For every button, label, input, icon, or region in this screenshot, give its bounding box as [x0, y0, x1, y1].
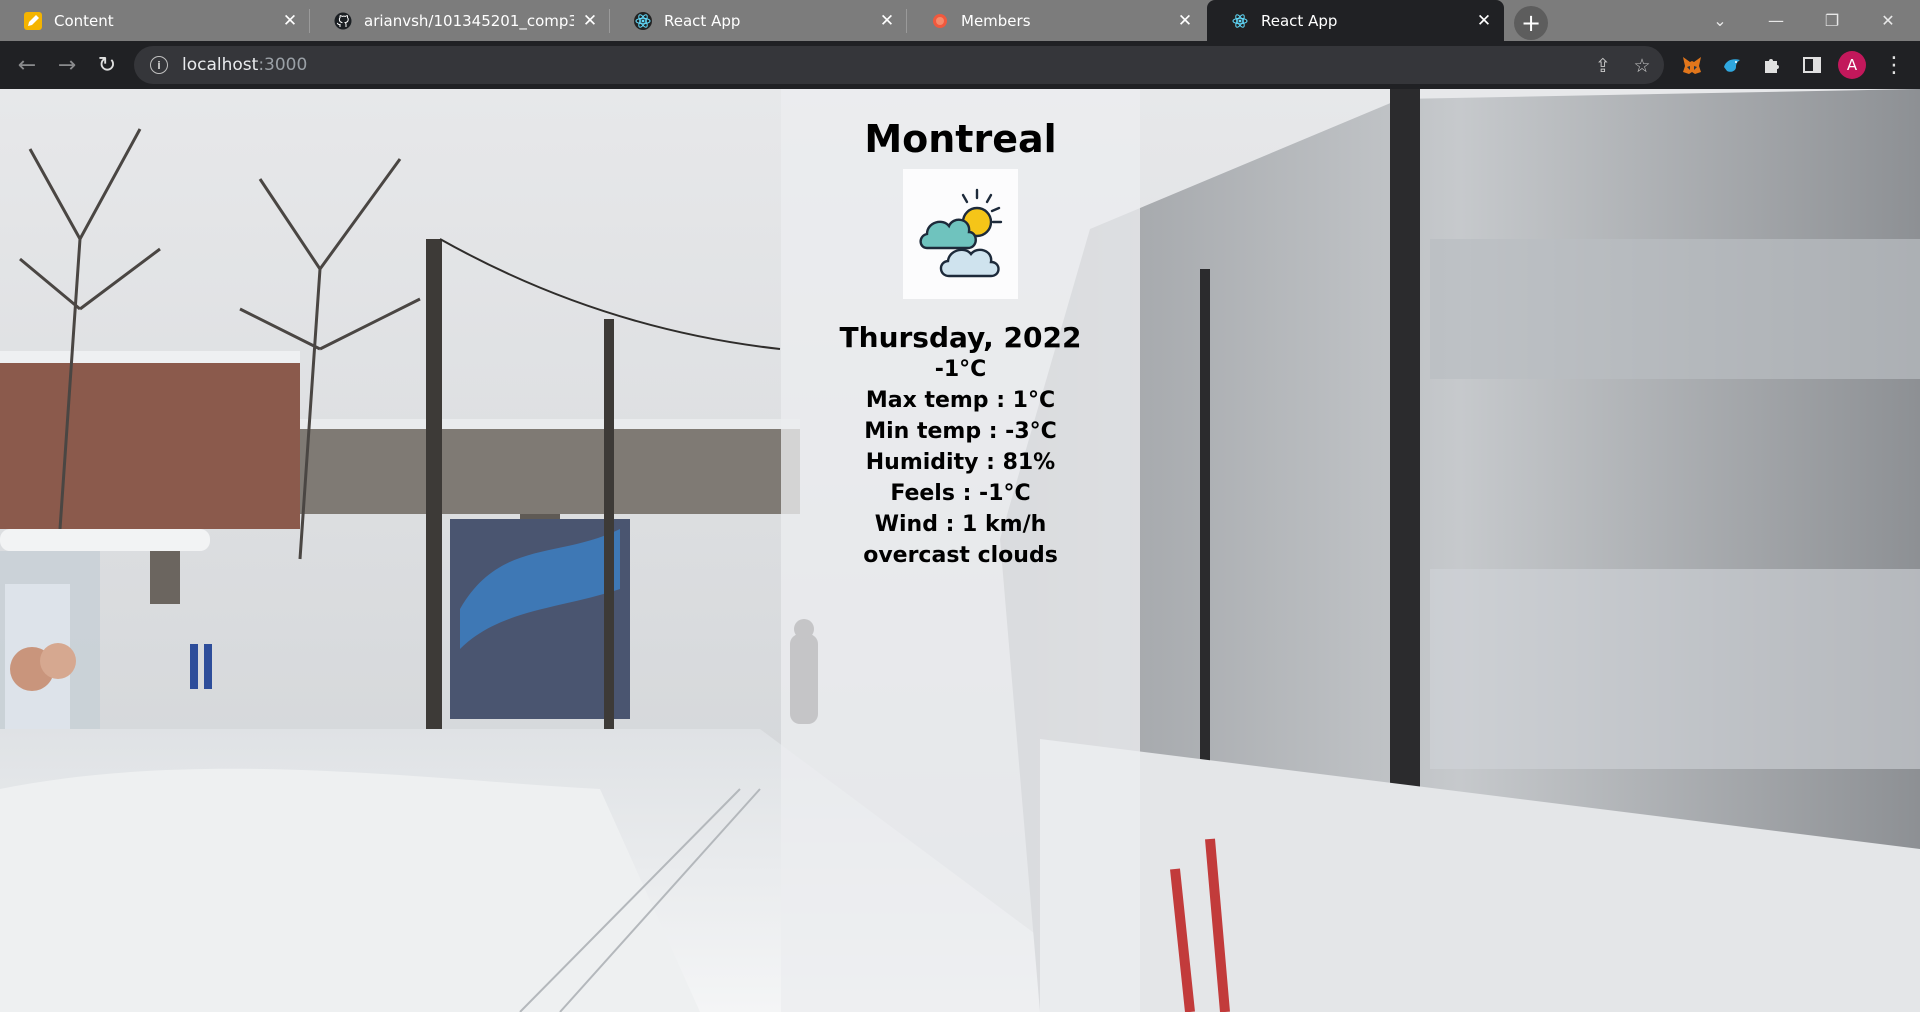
close-tab-icon[interactable]: ✕	[280, 11, 300, 31]
browser-toolbar: ← → ↻ i localhost:3000 ⇪ ☆ A ⋮	[0, 41, 1920, 89]
city-name: Montreal	[864, 117, 1057, 161]
pencil-note-icon	[24, 11, 42, 30]
react-icon	[1231, 11, 1249, 30]
tab-strip: Content ✕ arianvsh/101345201_comp3123_ ✕…	[0, 0, 1920, 41]
close-window-icon[interactable]: ✕	[1860, 0, 1916, 41]
close-tab-icon[interactable]: ✕	[580, 11, 600, 31]
minimize-icon[interactable]: —	[1748, 0, 1804, 41]
profile-avatar[interactable]: A	[1838, 51, 1866, 79]
weather-panel: Montreal Thursday, 2022 -1°C Max temp : …	[781, 89, 1140, 1012]
tab-title: Members	[961, 11, 1031, 30]
share-icon[interactable]: ⇪	[1591, 54, 1615, 78]
restore-icon[interactable]: ❐	[1804, 0, 1860, 41]
tab-members[interactable]: Members ✕	[907, 0, 1205, 41]
date-label: Thursday, 2022	[839, 321, 1082, 354]
tab-content[interactable]: Content ✕	[0, 0, 310, 41]
tab-search-chevron-icon[interactable]: ⌄	[1692, 0, 1748, 41]
weather-description: overcast clouds	[863, 543, 1058, 568]
kebab-menu-icon[interactable]: ⋮	[1882, 53, 1906, 78]
site-info-icon[interactable]: i	[150, 56, 168, 74]
orange-dot-icon	[931, 12, 949, 30]
tab-github[interactable]: arianvsh/101345201_comp3123_ ✕	[310, 0, 610, 41]
wind-speed: Wind : 1 km/h	[874, 512, 1047, 537]
address-bar[interactable]: i localhost:3000 ⇪ ☆	[134, 46, 1664, 84]
bird-extension-icon[interactable]	[1720, 53, 1744, 77]
current-temperature: -1°C	[934, 357, 987, 382]
url-text[interactable]: localhost:3000	[182, 55, 307, 75]
tab-react-app-1[interactable]: React App ✕	[610, 0, 907, 41]
feels-like: Feels : -1°C	[890, 481, 1031, 506]
extensions-puzzle-icon[interactable]	[1760, 53, 1784, 77]
tab-title: React App	[1261, 11, 1338, 30]
bookmark-star-icon[interactable]: ☆	[1630, 54, 1654, 78]
tab-title: React App	[664, 11, 741, 30]
weather-icon-box	[903, 169, 1018, 299]
sun-behind-clouds-icon	[918, 188, 1002, 278]
tab-title: Content	[54, 11, 114, 30]
humidity: Humidity : 81%	[865, 450, 1056, 475]
tab-react-app-active[interactable]: React App ✕	[1207, 0, 1504, 41]
metamask-fox-icon[interactable]	[1680, 53, 1704, 77]
react-icon	[634, 11, 652, 30]
back-arrow-icon[interactable]: ←	[11, 49, 43, 81]
min-temperature: Min temp : -3°C	[864, 419, 1057, 444]
forward-arrow-icon[interactable]: →	[51, 49, 83, 81]
side-panel-icon[interactable]	[1800, 53, 1824, 77]
close-tab-icon[interactable]: ✕	[1175, 11, 1195, 31]
close-tab-icon[interactable]: ✕	[877, 11, 897, 31]
max-temperature: Max temp : 1°C	[865, 388, 1056, 413]
new-tab-button[interactable]: +	[1514, 6, 1548, 40]
tab-title: arianvsh/101345201_comp3123_	[364, 11, 574, 30]
close-tab-icon[interactable]: ✕	[1474, 11, 1494, 31]
github-icon	[334, 12, 352, 30]
reload-icon[interactable]: ↻	[91, 49, 123, 81]
page-viewport: Montreal Thursday, 2022 -1°C Max temp : …	[0, 89, 1920, 1012]
